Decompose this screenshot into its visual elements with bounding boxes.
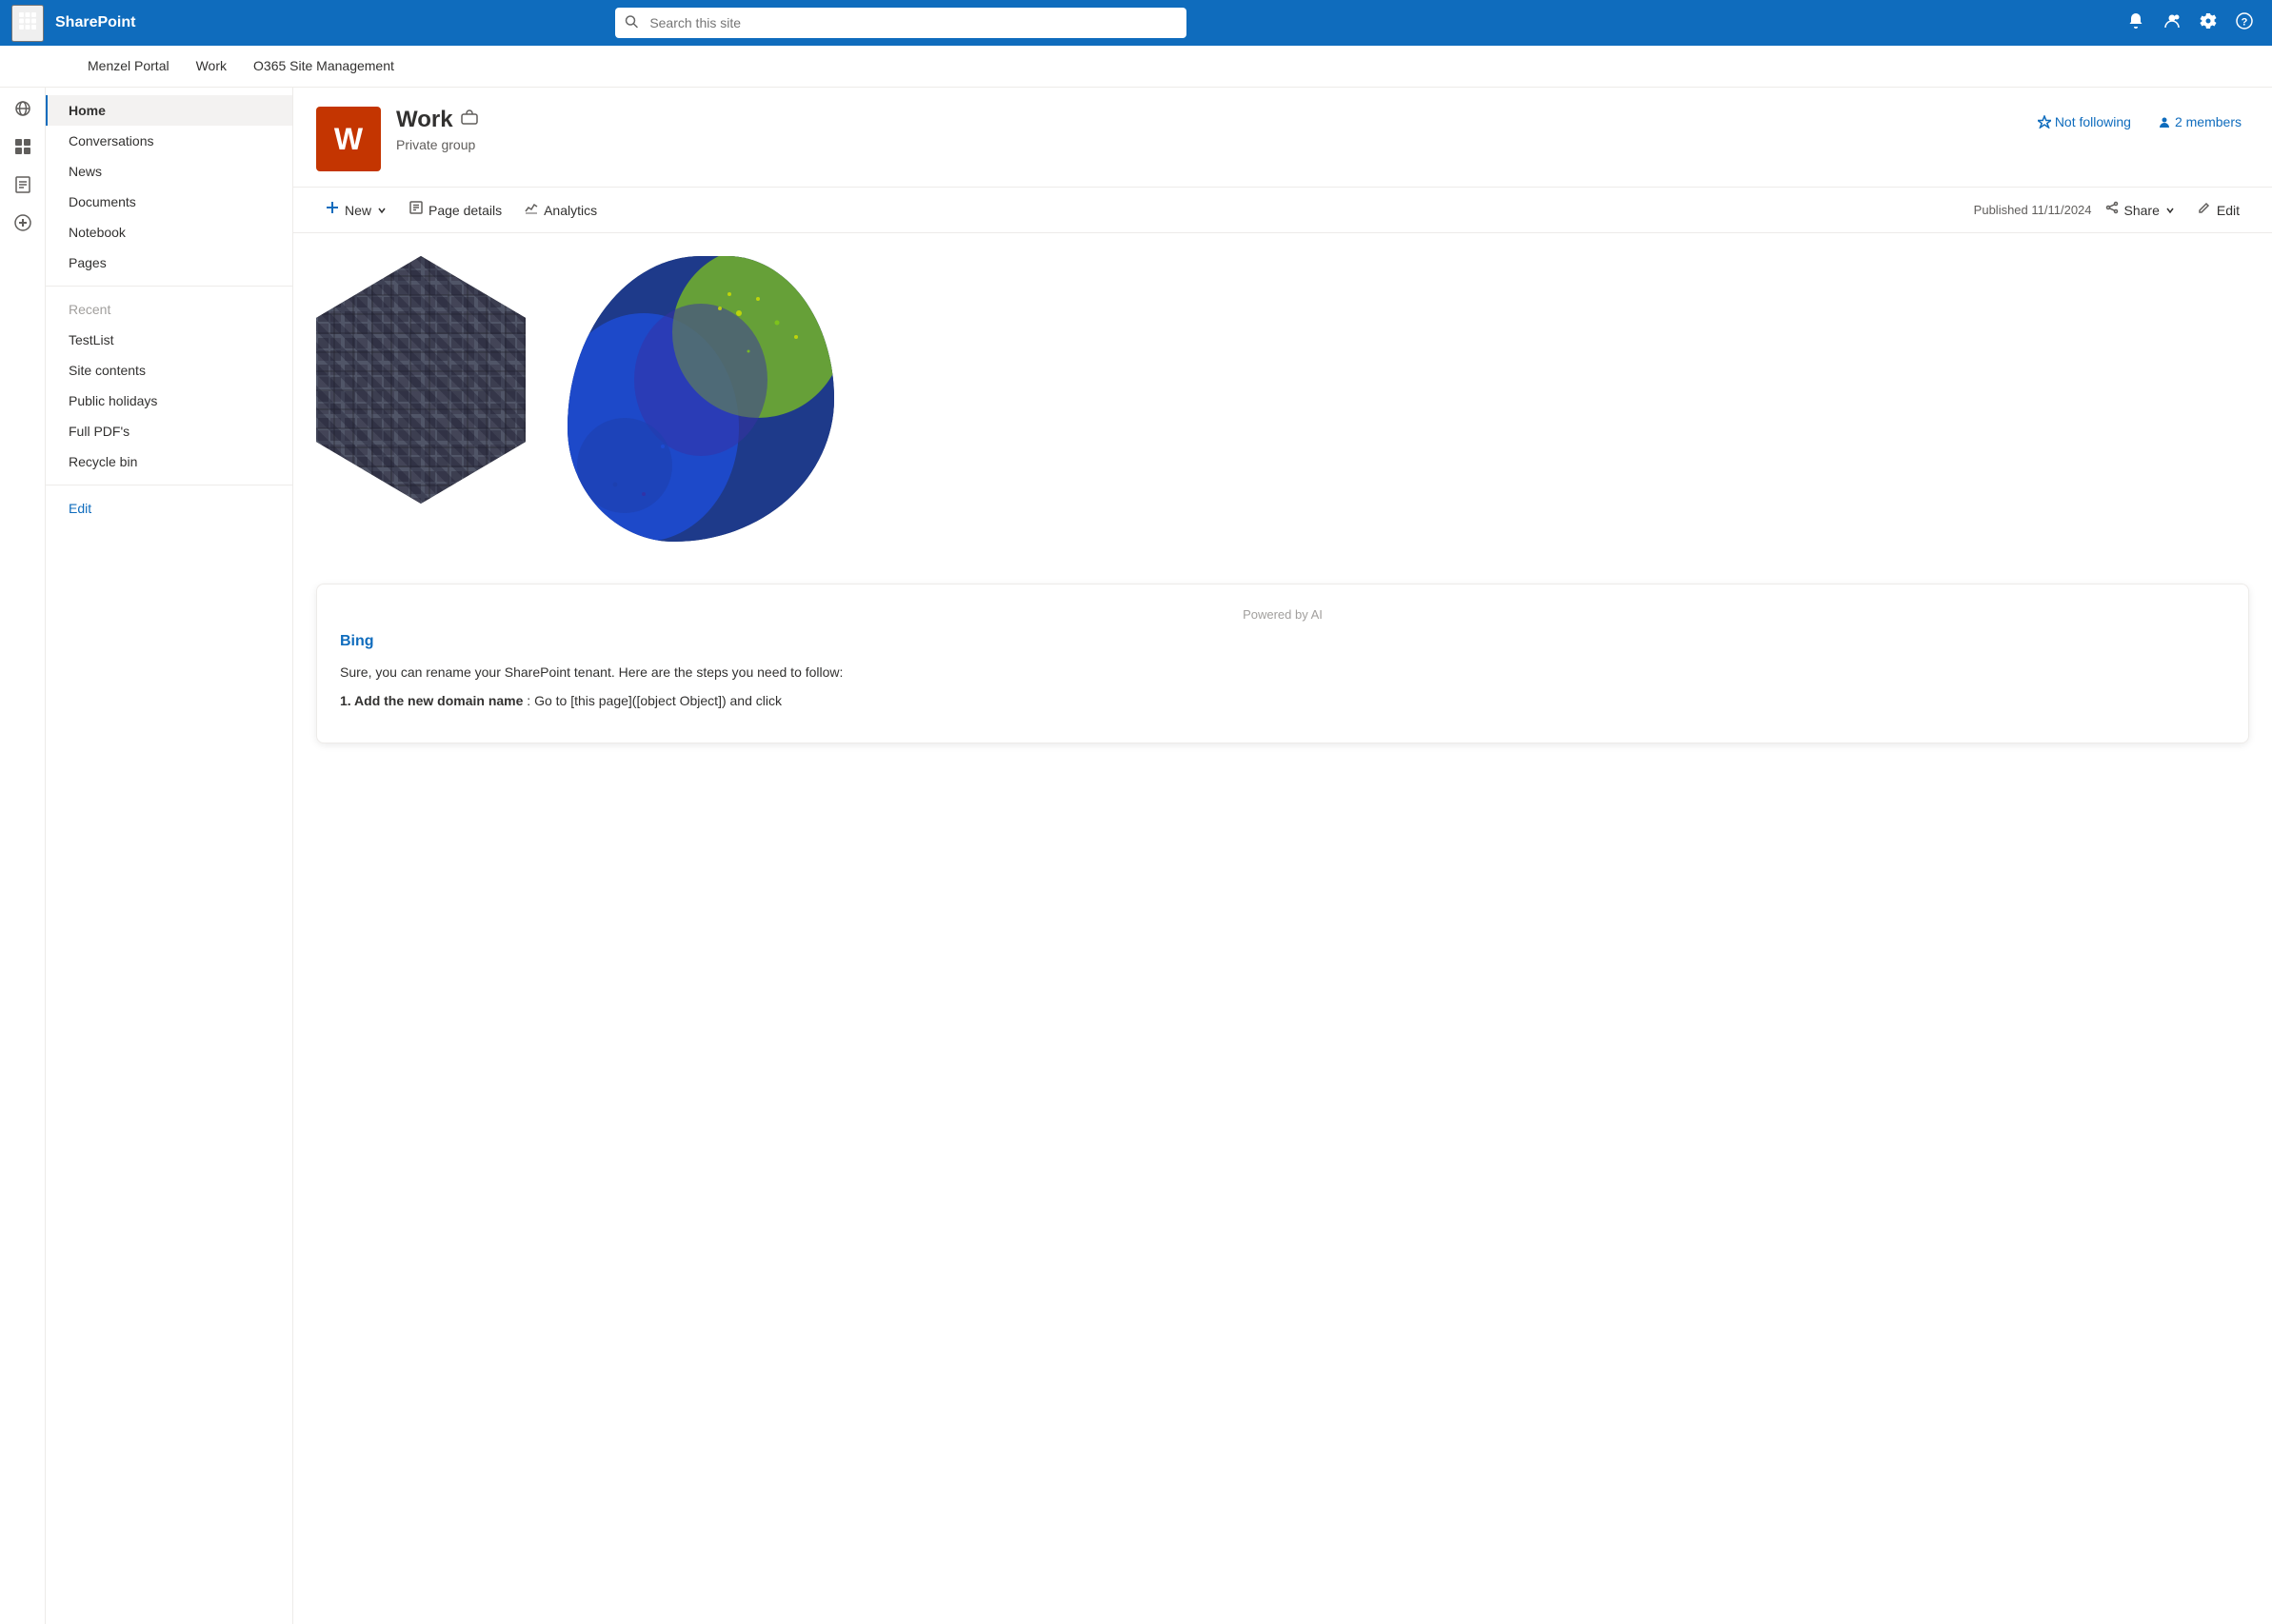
main-content: W Work Private group Not following 2 me [293, 88, 2272, 1624]
details-icon [409, 201, 423, 219]
help-button[interactable]: ? [2228, 7, 2261, 40]
site-header: W Work Private group Not following 2 me [293, 88, 2272, 188]
step-1-bold: 1. Add the new domain name [340, 693, 523, 708]
plus-icon [326, 201, 339, 219]
hex-inner [316, 256, 526, 504]
page-content: Powered by AI Bing Sure, you can rename … [293, 233, 2272, 766]
page-details-label: Page details [428, 203, 502, 218]
site-title-row: Work [396, 107, 2015, 133]
secondnav-o365[interactable]: O365 Site Management [242, 49, 406, 85]
app-logo: SharePoint [55, 14, 135, 31]
search-bar [615, 8, 1186, 38]
new-button[interactable]: New [316, 195, 396, 225]
site-title-area: Work Private group [396, 107, 2015, 152]
page-details-button[interactable]: Page details [400, 195, 511, 225]
nav-divider [46, 286, 292, 287]
edit-icon [2198, 201, 2211, 219]
sitenav-conversations[interactable]: Conversations [46, 126, 292, 156]
step-1-text: : Go to [this page]([object Object]) and… [527, 693, 782, 708]
ai-content-box: Powered by AI Bing Sure, you can rename … [316, 584, 2249, 743]
site-title: Work [396, 107, 453, 133]
bing-title: Bing [340, 633, 2225, 650]
ai-intro-text: Sure, you can rename your SharePoint ten… [340, 662, 2225, 712]
waffle-button[interactable] [11, 5, 44, 42]
sitenav-pages[interactable]: Pages [46, 248, 292, 278]
toolbar: New Page details Analytics Published 11/… [293, 188, 2272, 233]
site-logo: W [316, 107, 381, 171]
sitenav-full-pdfs[interactable]: Full PDF's [46, 416, 292, 446]
hex-image-container [316, 256, 545, 523]
blob-shape [568, 256, 834, 542]
sitenav-site-contents[interactable]: Site contents [46, 355, 292, 386]
topbar-icons: ? [2120, 7, 2261, 40]
share-label: Share [2124, 203, 2160, 218]
sitenav-recent-label: Recent [46, 294, 292, 325]
ai-step-1: 1. Add the new domain name : Go to [this… [340, 690, 2225, 711]
sitenav-home[interactable]: Home [46, 95, 292, 126]
site-header-actions: Not following 2 members [2030, 107, 2249, 133]
global-nav-sites[interactable] [6, 91, 40, 126]
sitenav-news[interactable]: News [46, 156, 292, 187]
share-chevron-icon [2165, 203, 2175, 218]
global-nav-pages[interactable] [6, 168, 40, 202]
edit-label: Edit [2217, 203, 2240, 218]
settings-button[interactable] [2192, 7, 2224, 40]
hex-shape [316, 256, 526, 504]
sitenav-recycle-bin[interactable]: Recycle bin [46, 446, 292, 477]
members-label: 2 members [2175, 114, 2242, 129]
secondnav-work[interactable]: Work [185, 49, 238, 85]
share-button[interactable]: Share [2096, 195, 2184, 225]
ai-steps-list: 1. Add the new domain name : Go to [this… [340, 690, 2225, 711]
search-input[interactable] [615, 8, 1186, 38]
new-label: New [345, 203, 371, 218]
sitenav-documents[interactable]: Documents [46, 187, 292, 217]
search-icon [625, 15, 638, 31]
published-text: Published 11/11/2024 [1974, 203, 2092, 217]
blob-image-container [568, 256, 853, 561]
analytics-icon [525, 201, 538, 219]
sitenav-testlist[interactable]: TestList [46, 325, 292, 355]
sitenav-public-holidays[interactable]: Public holidays [46, 386, 292, 416]
global-nav-apps[interactable] [6, 129, 40, 164]
members-button[interactable]: 2 members [2150, 110, 2249, 133]
edit-button[interactable]: Edit [2188, 195, 2249, 225]
ai-powered-label: Powered by AI [340, 607, 2225, 622]
new-chevron-icon [377, 203, 387, 218]
analytics-button[interactable]: Analytics [515, 195, 607, 225]
analytics-label: Analytics [544, 203, 597, 218]
sitenav-notebook[interactable]: Notebook [46, 217, 292, 248]
topbar: SharePoint ? [0, 0, 2272, 46]
images-section [316, 256, 2249, 561]
global-nav-create[interactable] [6, 206, 40, 240]
sitenav-edit[interactable]: Edit [46, 493, 292, 524]
global-nav [0, 46, 46, 1624]
teams-icon[interactable] [461, 109, 478, 131]
people-button[interactable] [2156, 7, 2188, 40]
share-icon [2105, 201, 2119, 219]
notification-button[interactable] [2120, 7, 2152, 40]
site-nav: Home Conversations News Documents Notebo… [46, 88, 293, 1624]
follow-button[interactable]: Not following [2030, 110, 2139, 133]
site-subtitle: Private group [396, 137, 2015, 152]
svg-text:?: ? [2242, 16, 2248, 28]
follow-label: Not following [2055, 114, 2131, 129]
secondnav-menzel-portal[interactable]: Menzel Portal [76, 49, 181, 85]
layout: W Work Private group Not following 2 me [0, 88, 2272, 1624]
secondary-nav: Menzel Portal Work O365 Site Management [0, 46, 2272, 88]
